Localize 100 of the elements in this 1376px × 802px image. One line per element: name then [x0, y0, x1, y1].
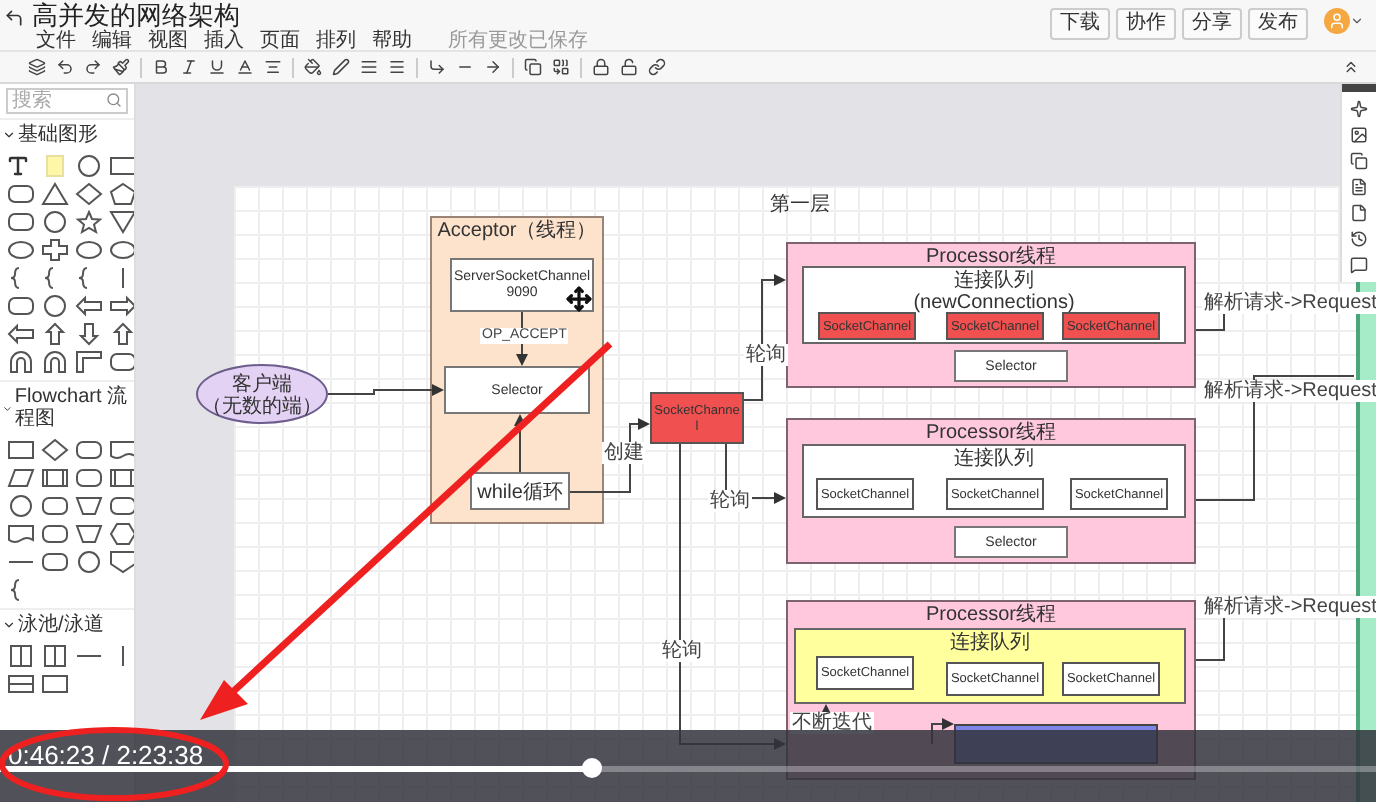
underline-icon[interactable]	[208, 58, 226, 76]
copy-icon[interactable]	[524, 58, 542, 76]
header-button[interactable]: 分享	[1182, 8, 1242, 40]
paint-bucket-icon[interactable]	[304, 58, 322, 76]
caret-icon[interactable]	[1350, 14, 1364, 28]
history-icon[interactable]	[1350, 230, 1368, 248]
comment-icon[interactable]	[1350, 256, 1368, 274]
copy-icon[interactable]	[1350, 152, 1368, 170]
menu-item[interactable]: 编辑	[92, 30, 132, 52]
processor-title: Processor线程	[923, 246, 1058, 268]
process-icon[interactable]	[108, 466, 134, 490]
trapezoid-icon[interactable]	[74, 494, 104, 518]
left-arrow-icon[interactable]	[6, 322, 36, 346]
corner-icon[interactable]	[74, 350, 104, 374]
rounded-rectangle-icon[interactable]	[6, 210, 36, 234]
progress-thumb[interactable]	[581, 758, 602, 778]
star-icon[interactable]	[74, 210, 104, 234]
right-arrow-icon[interactable]	[108, 294, 134, 318]
pentagon-icon[interactable]	[108, 550, 134, 574]
menu-item[interactable]: 排列	[316, 30, 356, 52]
search-field[interactable]: 搜索	[6, 88, 128, 114]
triangle-icon[interactable]	[40, 182, 70, 206]
text-icon[interactable]	[6, 154, 30, 178]
arch-icon[interactable]	[40, 350, 70, 374]
ellipse-icon[interactable]	[74, 238, 104, 262]
unlock-icon[interactable]	[620, 58, 638, 76]
lane-icon[interactable]	[6, 644, 36, 668]
process-icon[interactable]	[40, 466, 70, 490]
arrow-icon[interactable]	[484, 58, 502, 76]
menu-item[interactable]: 插入	[204, 30, 244, 52]
rounded-rectangle-icon[interactable]	[40, 522, 70, 546]
triangle-icon[interactable]	[108, 210, 134, 234]
back-arrow-icon[interactable]	[4, 8, 24, 28]
menu-item[interactable]: 视图	[148, 30, 188, 52]
menu-item[interactable]: 页面	[260, 30, 300, 52]
undo-icon[interactable]	[56, 58, 74, 76]
pen-icon[interactable]	[332, 58, 350, 76]
combine-icon[interactable]	[552, 58, 570, 76]
lines-icon[interactable]	[360, 58, 378, 76]
client-ellipse: 客户端 （无数的端）	[196, 364, 328, 424]
pentagon-icon[interactable]	[108, 182, 134, 206]
parallelogram-icon[interactable]	[6, 466, 36, 490]
section-header[interactable]: 泳池/泳道	[0, 608, 134, 640]
menu-icon[interactable]	[388, 58, 406, 76]
cross-icon[interactable]	[40, 238, 70, 262]
text-color-icon[interactable]	[236, 58, 254, 76]
search-icon[interactable]	[106, 92, 122, 108]
section-header[interactable]: 基础图形	[0, 118, 134, 150]
diamond-icon[interactable]	[74, 182, 104, 206]
left-arrow-icon[interactable]	[74, 294, 104, 318]
italic-icon[interactable]	[180, 58, 198, 76]
up-arrow-icon[interactable]	[108, 322, 134, 346]
ellipse-icon[interactable]	[6, 238, 36, 262]
document-title: 高并发的网络架构	[32, 0, 240, 30]
hexagon-icon[interactable]	[108, 522, 134, 546]
menu-item[interactable]: 文件	[36, 30, 76, 52]
menu-item[interactable]: 帮助	[372, 30, 412, 52]
circle-icon[interactable]	[6, 494, 36, 518]
header-button[interactable]: 发布	[1248, 8, 1308, 40]
panel-handle[interactable]	[1342, 84, 1376, 92]
diamond-icon[interactable]	[40, 438, 70, 462]
trapezoid-icon[interactable]	[74, 522, 104, 546]
rectangle-icon[interactable]	[6, 438, 36, 462]
align-icon[interactable]	[264, 58, 282, 76]
connector-arrow	[743, 274, 786, 401]
queue-title: 连接队列	[948, 632, 1032, 654]
rectangle-icon[interactable]	[40, 672, 70, 696]
image-icon[interactable]	[1350, 126, 1368, 144]
section-header[interactable]: Flowchart 流程图	[0, 380, 134, 434]
circle-icon[interactable]	[40, 210, 70, 234]
arch-icon[interactable]	[6, 350, 36, 374]
bold-icon[interactable]	[152, 58, 170, 76]
paintbrush-icon[interactable]	[112, 58, 130, 76]
sparkle-icon[interactable]	[1350, 100, 1368, 118]
redo-icon[interactable]	[84, 58, 102, 76]
lock-icon[interactable]	[592, 58, 610, 76]
caret-icon	[2, 128, 16, 142]
header-button[interactable]: 下载	[1050, 8, 1110, 40]
document-icon[interactable]	[6, 522, 36, 546]
lane-icon[interactable]	[40, 644, 70, 668]
connector-icon[interactable]	[428, 58, 446, 76]
file-icon[interactable]	[1350, 204, 1368, 222]
rounded-rectangle-icon[interactable]	[74, 438, 104, 462]
lane-icon[interactable]	[6, 672, 36, 696]
down-arrow-icon[interactable]	[74, 322, 104, 346]
up-arrow-icon[interactable]	[40, 322, 70, 346]
collapse-icon[interactable]	[1342, 58, 1360, 76]
link-icon[interactable]	[648, 58, 666, 76]
rounded-rectangle-icon[interactable]	[74, 466, 104, 490]
circle-icon[interactable]	[40, 294, 70, 318]
rounded-rectangle-icon[interactable]	[6, 182, 36, 206]
rounded-rectangle-icon[interactable]	[40, 550, 70, 574]
layers-icon[interactable]	[28, 58, 46, 76]
rounded-rectangle-icon[interactable]	[6, 294, 36, 318]
circle-icon[interactable]	[74, 550, 104, 574]
header-button[interactable]: 协作	[1116, 8, 1176, 40]
file-text-icon[interactable]	[1350, 178, 1368, 196]
document-icon[interactable]	[108, 438, 134, 462]
circle-icon[interactable]	[74, 154, 104, 178]
rounded-rectangle-icon[interactable]	[40, 494, 70, 518]
